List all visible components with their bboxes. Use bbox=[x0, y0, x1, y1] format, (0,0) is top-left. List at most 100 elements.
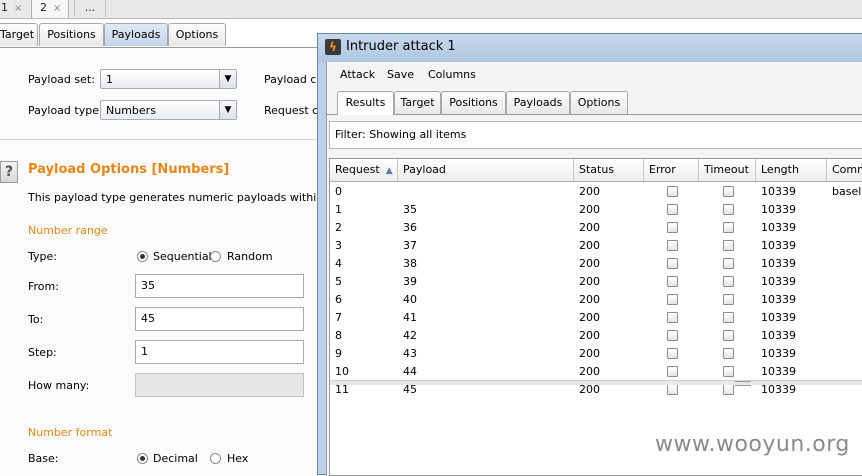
payload-type-label: Payload type: bbox=[28, 104, 103, 117]
menu-columns[interactable]: Columns bbox=[428, 68, 476, 81]
error-checkbox bbox=[667, 384, 678, 395]
window-titlebar[interactable]: ϟ Intruder attack 1 bbox=[318, 34, 862, 62]
cell-length: 10339 bbox=[761, 203, 796, 216]
table-row[interactable]: 4 38 200 10339 bbox=[330, 255, 862, 273]
cell-status: 200 bbox=[579, 329, 600, 342]
top-tab-strip: 1 × 2 × ... bbox=[0, 0, 862, 19]
table-row[interactable]: 9 43 200 10339 bbox=[330, 345, 862, 363]
cell-request: 5 bbox=[335, 275, 342, 288]
payload-count-label: Payload co bbox=[264, 73, 324, 86]
tab-options[interactable]: Options bbox=[168, 23, 226, 46]
decimal-radio[interactable] bbox=[137, 453, 148, 464]
cell-request: 6 bbox=[335, 293, 342, 306]
menu-attack[interactable]: Attack bbox=[340, 68, 375, 81]
timeout-checkbox bbox=[723, 384, 734, 395]
cell-request: 1 bbox=[335, 203, 342, 216]
results-table-header: Request ▲ Payload Status Error Timeout Le… bbox=[330, 159, 862, 182]
payload-options-title: Payload Options [Numbers] bbox=[28, 162, 230, 177]
cell-payload: 37 bbox=[403, 239, 417, 252]
table-row[interactable]: 5 39 200 10339 bbox=[330, 273, 862, 291]
config-tab-row: Target Positions Payloads Options bbox=[0, 23, 330, 48]
timeout-checkbox bbox=[723, 222, 734, 233]
table-row[interactable]: 1 35 200 10339 bbox=[330, 201, 862, 219]
cell-payload: 42 bbox=[403, 329, 417, 342]
cell-comment bbox=[827, 255, 862, 273]
cell-comment bbox=[827, 309, 862, 327]
payload-set-value: 1 bbox=[106, 73, 113, 86]
cell-comment bbox=[827, 291, 862, 309]
col-comment[interactable]: Comme bbox=[827, 159, 862, 181]
tab-options[interactable]: Options bbox=[570, 91, 628, 114]
cell-status: 200 bbox=[579, 239, 600, 252]
burp-app-icon: ϟ bbox=[325, 39, 341, 55]
col-error[interactable]: Error bbox=[644, 159, 699, 181]
tab-payloads[interactable]: Payloads bbox=[104, 23, 168, 46]
cell-status: 200 bbox=[579, 311, 600, 324]
attack-tab-row: Results Target Positions Payloads Option… bbox=[327, 89, 862, 115]
help-icon[interactable]: ? bbox=[0, 161, 18, 183]
how-many-field bbox=[135, 373, 304, 397]
payload-set-select[interactable]: 1 ▼ bbox=[100, 69, 237, 89]
payload-type-select[interactable]: Numbers ▼ bbox=[100, 100, 237, 120]
tab-positions[interactable]: Positions bbox=[39, 23, 104, 46]
cell-status: 200 bbox=[579, 347, 600, 360]
request-count-label: Request co bbox=[264, 104, 325, 117]
cell-comment bbox=[827, 219, 862, 237]
close-icon[interactable]: × bbox=[53, 3, 61, 14]
top-tab-1[interactable]: 1 × bbox=[0, 0, 29, 17]
col-timeout[interactable]: Timeout bbox=[699, 159, 756, 181]
number-range-title: Number range bbox=[28, 224, 108, 237]
table-row[interactable]: 7 41 200 10339 bbox=[330, 309, 862, 327]
cell-request: 4 bbox=[335, 257, 342, 270]
sequential-radio[interactable] bbox=[137, 251, 148, 262]
cell-length: 10339 bbox=[761, 293, 796, 306]
error-checkbox bbox=[667, 204, 678, 215]
hex-radio[interactable] bbox=[210, 453, 221, 464]
cell-payload: 35 bbox=[403, 203, 417, 216]
payloads-panel: Payload set: 1 ▼ Payload co Payload type… bbox=[0, 48, 360, 475]
cell-comment bbox=[827, 237, 862, 255]
sequential-label: Sequential bbox=[153, 250, 212, 263]
table-row[interactable]: 6 40 200 10339 bbox=[330, 291, 862, 309]
pane-splitter[interactable] bbox=[330, 380, 862, 386]
col-request[interactable]: Request ▲ bbox=[330, 159, 398, 181]
tab-target[interactable]: Target bbox=[0, 23, 38, 46]
cell-request: 9 bbox=[335, 347, 342, 360]
step-field[interactable]: 1 bbox=[135, 340, 304, 364]
tab-payloads[interactable]: Payloads bbox=[506, 91, 570, 114]
close-icon[interactable]: × bbox=[14, 3, 22, 14]
top-tab-2[interactable]: 2 × bbox=[31, 0, 69, 18]
tab-target[interactable]: Target bbox=[394, 91, 441, 114]
error-checkbox bbox=[667, 222, 678, 233]
menu-save[interactable]: Save bbox=[387, 68, 414, 81]
cell-payload: 38 bbox=[403, 257, 417, 270]
cell-request: 2 bbox=[335, 221, 342, 234]
cell-status: 200 bbox=[579, 221, 600, 234]
splitter-grip-icon[interactable] bbox=[735, 381, 751, 386]
timeout-checkbox bbox=[723, 294, 734, 305]
col-payload[interactable]: Payload bbox=[398, 159, 574, 181]
random-radio[interactable] bbox=[210, 251, 221, 262]
col-status[interactable]: Status bbox=[574, 159, 644, 181]
tab-positions[interactable]: Positions bbox=[441, 91, 506, 114]
filter-bar[interactable]: Filter: Showing all items bbox=[329, 121, 862, 149]
table-row[interactable]: 8 42 200 10339 bbox=[330, 327, 862, 345]
from-field[interactable]: 35 bbox=[135, 274, 304, 298]
error-checkbox bbox=[667, 276, 678, 287]
tab-results[interactable]: Results bbox=[337, 91, 394, 115]
table-row[interactable]: 10 44 200 10339 bbox=[330, 363, 862, 381]
timeout-checkbox bbox=[723, 276, 734, 287]
divider bbox=[0, 139, 330, 140]
sort-ascending-icon: ▲ bbox=[385, 166, 393, 176]
to-field[interactable]: 45 bbox=[135, 307, 304, 331]
table-row[interactable]: 2 36 200 10339 bbox=[330, 219, 862, 237]
table-row[interactable]: 0 200 10339 baselin bbox=[330, 183, 862, 201]
decimal-label: Decimal bbox=[153, 452, 198, 465]
table-row[interactable]: 3 37 200 10339 bbox=[330, 237, 862, 255]
payload-options-description: This payload type generates numeric payl… bbox=[28, 191, 361, 204]
cell-status: 200 bbox=[579, 293, 600, 306]
col-length[interactable]: Length bbox=[756, 159, 827, 181]
error-checkbox bbox=[667, 348, 678, 359]
top-tab-more[interactable]: ... bbox=[74, 0, 106, 17]
timeout-checkbox bbox=[723, 204, 734, 215]
